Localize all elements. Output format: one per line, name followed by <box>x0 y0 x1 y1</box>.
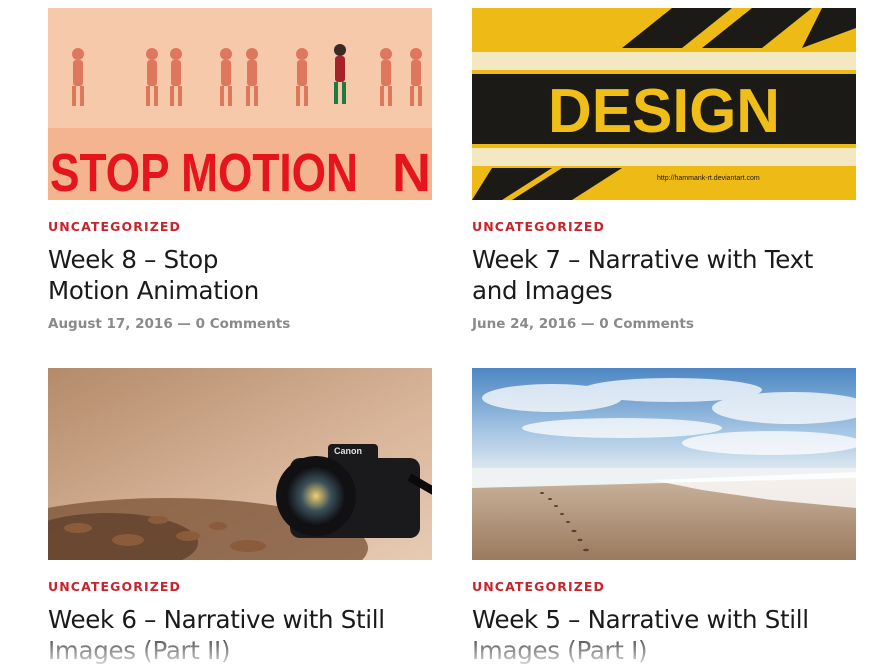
post-title[interactable]: Week 7 – Narrative with Text and Images <box>472 244 856 306</box>
title-line: Week 5 – Narrative with Still <box>472 605 809 634</box>
category-link[interactable]: UNCATEGORIZED <box>472 580 856 594</box>
meta-separator: — <box>581 316 595 332</box>
image-text: DESIGN <box>548 77 780 146</box>
post-title[interactable]: Week 6 – Narrative with Still Images (Par… <box>48 604 432 666</box>
meta-separator: — <box>177 316 191 332</box>
post-thumbnail[interactable]: DESIGN http://hammank-rt.deviantart.com <box>472 8 856 200</box>
post-card: STOP MOTION N UNCATEGORIZED Week 8 – Sto… <box>48 8 432 333</box>
title-line: Motion Animation <box>48 276 259 305</box>
camera-image: Canon <box>48 368 432 560</box>
category-link[interactable]: UNCATEGORIZED <box>472 220 856 234</box>
post-thumbnail[interactable] <box>472 368 856 560</box>
image-text: STOP MOTION <box>50 143 358 200</box>
title-line: and Images <box>472 276 613 305</box>
title-line: Week 6 – Narrative with Still <box>48 605 385 634</box>
title-line: Images (Part I) <box>472 636 648 665</box>
post-thumbnail[interactable]: STOP MOTION N <box>48 8 432 200</box>
post-date[interactable]: August 17, 2016 <box>48 316 173 332</box>
category-link[interactable]: UNCATEGORIZED <box>48 580 432 594</box>
title-line: Images (Part II) <box>48 636 231 665</box>
post-title[interactable]: Week 8 – Stop Motion Animation <box>48 244 432 306</box>
design-image: DESIGN http://hammank-rt.deviantart.com <box>472 8 856 200</box>
title-line: Week 7 – Narrative with Text <box>472 245 814 274</box>
post-card: Canon UNCATEGORIZED Week 6 – Narrative w… <box>48 368 432 666</box>
post-card: UNCATEGORIZED Week 5 – Narrative with St… <box>472 368 856 666</box>
title-line: Week 8 – Stop <box>48 245 219 274</box>
post-title[interactable]: Week 5 – Narrative with Still Images (Par… <box>472 604 856 666</box>
comments-link[interactable]: 0 Comments <box>599 316 694 332</box>
post-meta: August 17, 2016 — 0 Comments <box>48 316 432 333</box>
post-date[interactable]: June 24, 2016 <box>472 316 576 332</box>
category-link[interactable]: UNCATEGORIZED <box>48 220 432 234</box>
beach-image <box>472 368 856 560</box>
post-thumbnail[interactable]: Canon <box>48 368 432 560</box>
post-meta: June 24, 2016 — 0 Comments <box>472 316 856 333</box>
image-credit: http://hammank-rt.deviantart.com <box>657 175 760 182</box>
post-card: DESIGN http://hammank-rt.deviantart.com … <box>472 8 856 333</box>
stop-motion-image: STOP MOTION N <box>48 8 432 200</box>
image-text: N <box>392 143 431 200</box>
image-brand: Canon <box>334 446 362 456</box>
comments-link[interactable]: 0 Comments <box>196 316 291 332</box>
